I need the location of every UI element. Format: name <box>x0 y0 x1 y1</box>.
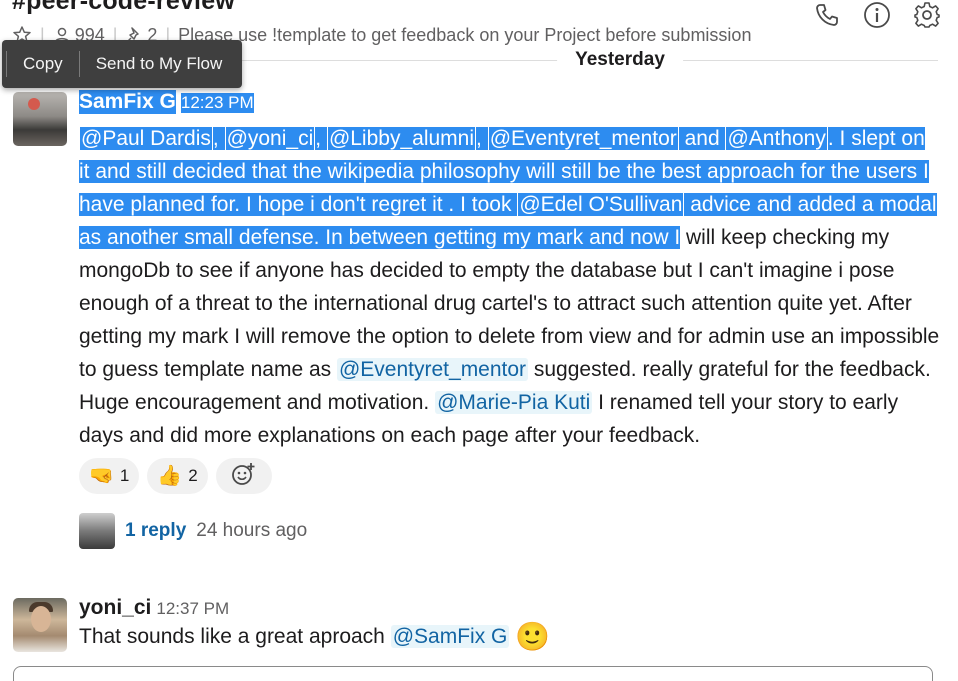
reaction-count: 2 <box>188 466 198 485</box>
reactions: 🤜 1 👍 2 <box>79 458 940 494</box>
message: yoni_ci 12:37 PM That sounds like a grea… <box>79 596 940 653</box>
mention[interactable]: @Anthony <box>725 126 828 151</box>
mention[interactable]: @SamFix G <box>390 625 510 648</box>
message-text: That sounds like a great aproach @SamFix… <box>79 621 551 652</box>
channel-title[interactable]: #peer-code-review <box>12 0 235 16</box>
message-text: @Paul Dardis, @yoni_ci, @Libby_alumni, @… <box>79 126 940 447</box>
reaction-thumbs-up[interactable]: 👍 2 <box>147 458 208 494</box>
smile-emoji-icon: 🙂 <box>515 621 551 652</box>
add-reaction-icon <box>231 461 257 492</box>
header-actions <box>812 0 942 30</box>
mention[interactable]: @Eventyret_mentor <box>487 126 679 151</box>
reaction-fist[interactable]: 🤜 1 <box>79 458 140 494</box>
avatar[interactable] <box>13 92 67 146</box>
reaction-count: 1 <box>119 466 130 485</box>
selection-context-menu: Copy Send to My Flow <box>2 40 242 88</box>
day-divider: Yesterday <box>210 48 938 72</box>
mention[interactable]: @Marie-Pia Kuti <box>435 391 593 414</box>
fist-bump-icon: 🤜 <box>89 465 114 487</box>
phone-icon[interactable] <box>812 0 842 30</box>
mention[interactable]: @Paul Dardis <box>79 126 213 151</box>
info-icon[interactable] <box>862 0 892 30</box>
mention[interactable]: @Eventyret_mentor <box>336 358 529 381</box>
message-timestamp[interactable]: 12:23 PM <box>180 93 254 113</box>
message-author[interactable]: yoni_ci <box>79 596 151 620</box>
message-author[interactable]: SamFix G <box>79 90 176 114</box>
thread-avatar <box>79 513 115 549</box>
thread-summary[interactable]: 1 reply 24 hours ago <box>79 513 940 549</box>
avatar[interactable] <box>13 598 67 652</box>
message-composer[interactable] <box>13 666 933 681</box>
channel-topic[interactable]: Please use !template to get feedback on … <box>178 25 751 46</box>
day-divider-label[interactable]: Yesterday <box>557 48 683 72</box>
mention[interactable]: @Edel O'Sullivan <box>517 192 685 217</box>
gear-icon[interactable] <box>912 0 942 30</box>
last-reply-time: 24 hours ago <box>196 520 308 541</box>
add-reaction-button[interactable] <box>215 458 272 494</box>
send-to-flow-button[interactable]: Send to My Flow <box>80 40 239 88</box>
mention[interactable]: @Libby_alumni <box>326 126 476 151</box>
message: SamFix G 12:23 PM @Paul Dardis, @yoni_ci,… <box>79 90 940 549</box>
message-timestamp[interactable]: 12:37 PM <box>156 599 229 619</box>
reply-count[interactable]: 1 reply <box>125 520 186 542</box>
copy-button[interactable]: Copy <box>7 40 79 88</box>
thumbs-up-icon: 👍 <box>157 465 183 487</box>
mention[interactable]: @yoni_ci <box>224 126 316 151</box>
